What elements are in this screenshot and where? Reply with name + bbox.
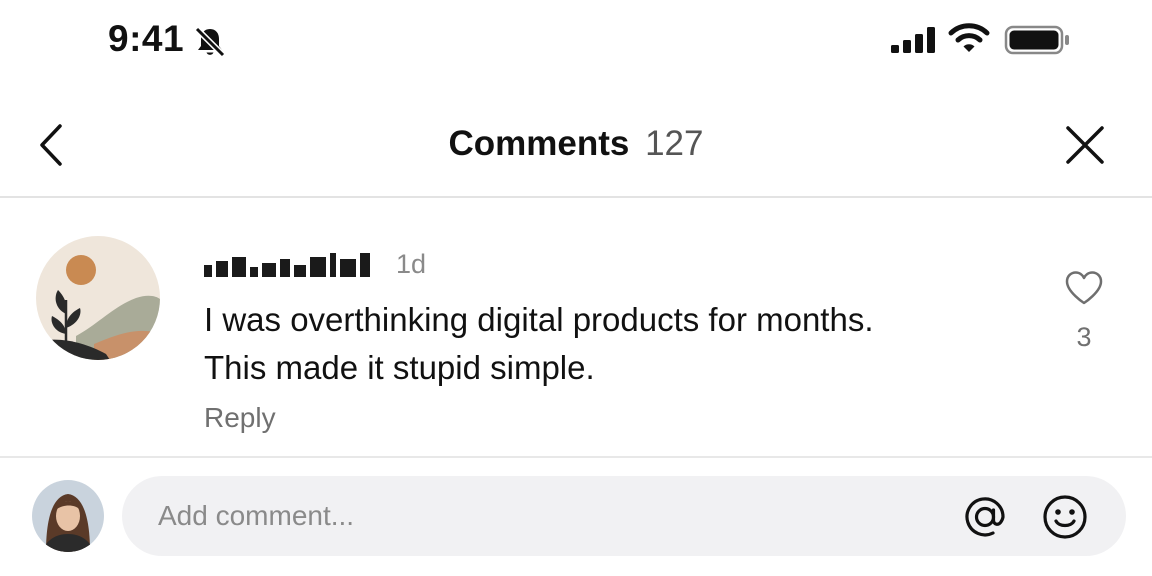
user-avatar[interactable] [32, 480, 104, 552]
page-title: Comments 127 [0, 124, 1152, 164]
comment-meta: 1d [204, 248, 426, 280]
commenter-avatar[interactable] [36, 236, 160, 360]
page-title-text: Comments [448, 124, 630, 163]
heart-outline-icon[interactable] [1064, 270, 1104, 306]
like-count: 3 [1076, 322, 1092, 352]
battery-icon [1004, 25, 1069, 55]
username-redacted[interactable] [204, 251, 370, 277]
comment-count: 127 [645, 124, 704, 163]
bell-off-icon [194, 26, 226, 58]
comment-text-line-1: I was overthinking digital products for … [204, 301, 874, 338]
comment-text-line-2: This made it stupid simple. [204, 349, 595, 386]
reply-button[interactable]: Reply [204, 402, 276, 434]
close-icon[interactable] [1060, 120, 1110, 170]
comment-timestamp: 1d [396, 248, 427, 279]
status-time: 9:41 [108, 18, 185, 59]
status-bar: 9:41 [0, 0, 1152, 82]
mention-icon[interactable] [962, 494, 1008, 540]
signal-icon [891, 27, 935, 53]
comments-header: Comments 127 [0, 96, 1152, 198]
emoji-icon[interactable] [1042, 494, 1088, 540]
comment-item: 1d I was overthinking digital products f… [0, 200, 1152, 458]
comment-composer [0, 460, 1152, 576]
wifi-icon [948, 23, 990, 52]
comment-text: I was overthinking digital products for … [204, 296, 1024, 392]
